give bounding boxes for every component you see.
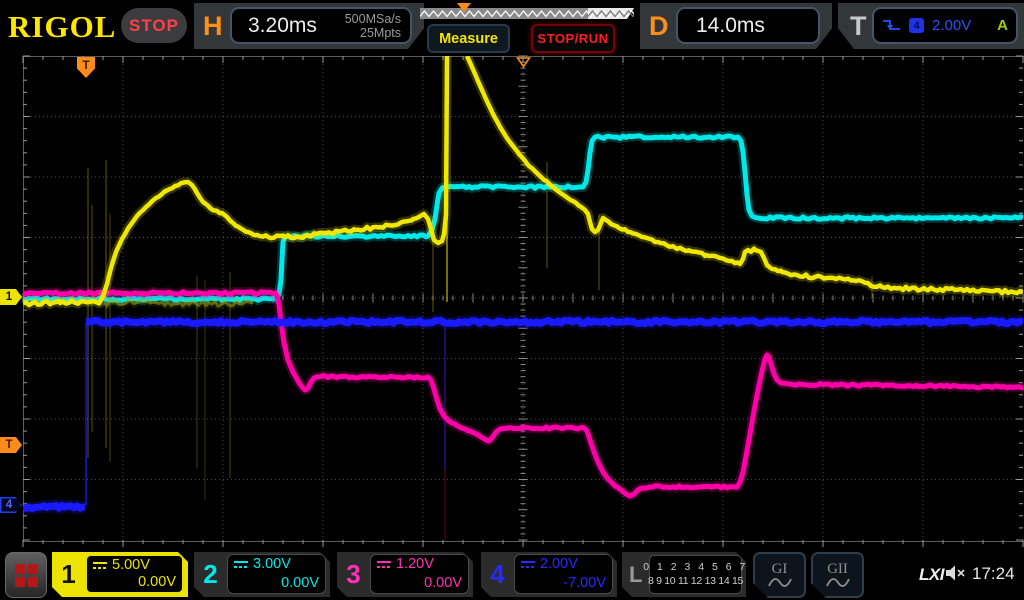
channel2-scale: 3.00V: [253, 556, 291, 572]
logic-row-0-7: 0 1 2 3 4 5 6 7: [643, 561, 748, 574]
channel1-number: 1: [52, 552, 85, 597]
generator1-label: GI: [772, 562, 788, 577]
channel4-scale: 2.00V: [540, 556, 578, 572]
sine-wave-icon: [826, 577, 850, 588]
channel2-offset: 0.00V: [234, 575, 319, 591]
channel4-number: 4: [481, 552, 514, 597]
channel4-offset: -7.00V: [521, 575, 606, 591]
channel1-offset: 0.00V: [93, 574, 176, 590]
oscilloscope-screen: RIGOL STOP H 3.20ms 500MSa/s 25Mpts Meas…: [0, 0, 1024, 600]
channel2-number: 2: [194, 552, 227, 597]
lxi-indicator: LXI: [919, 565, 944, 585]
menu-button[interactable]: [5, 552, 47, 598]
channel3-box[interactable]: 3 1.20V 0.00V: [337, 552, 473, 597]
trigger-position-label: T: [82, 58, 89, 78]
dc-coupling-icon: [93, 561, 107, 569]
trace-CH4: [86, 320, 1023, 323]
trace-CH1: [23, 56, 447, 305]
waveform-display: [0, 0, 1024, 600]
trace-CH4: [23, 505, 85, 508]
channel3-offset: 0.00V: [377, 575, 462, 591]
channel1-values: 5.00V 0.00V: [85, 554, 184, 594]
channel4-box[interactable]: 4 2.00V -7.00V: [481, 552, 617, 597]
dc-coupling-icon: [234, 560, 248, 568]
channel3-values: 1.20V 0.00V: [370, 554, 469, 594]
channel2-values: 3.00V 0.00V: [227, 554, 326, 594]
channel3-scale: 1.20V: [396, 556, 434, 572]
speaker-muted-icon[interactable]: [945, 564, 969, 582]
logic-channels-box[interactable]: L 0 1 2 3 4 5 6 7 8 9 10 11 12 13 14 15: [622, 552, 746, 597]
channel3-number: 3: [337, 552, 370, 597]
logic-channel-list: 0 1 2 3 4 5 6 7 8 9 10 11 12 13 14 15: [649, 555, 742, 594]
menu-grid-icon: [15, 564, 38, 587]
clock: 17:24: [972, 564, 1015, 584]
dc-coupling-icon: [521, 560, 535, 568]
sine-wave-icon: [768, 577, 792, 588]
generator2-label: GII: [827, 562, 848, 577]
dc-coupling-icon: [377, 560, 391, 568]
logic-row-8-15: 8 9 10 11 12 13 14 15: [648, 575, 743, 588]
trace-glow-CH1: [23, 56, 447, 305]
center-screen-marker: [516, 57, 531, 68]
channel1-box[interactable]: 1 5.00V 0.00V: [52, 552, 188, 597]
channel2-box[interactable]: 2 3.00V 0.00V: [194, 552, 330, 597]
channel4-values: 2.00V -7.00V: [514, 554, 613, 594]
channel1-scale: 5.00V: [112, 557, 150, 573]
logic-label: L: [629, 552, 642, 597]
